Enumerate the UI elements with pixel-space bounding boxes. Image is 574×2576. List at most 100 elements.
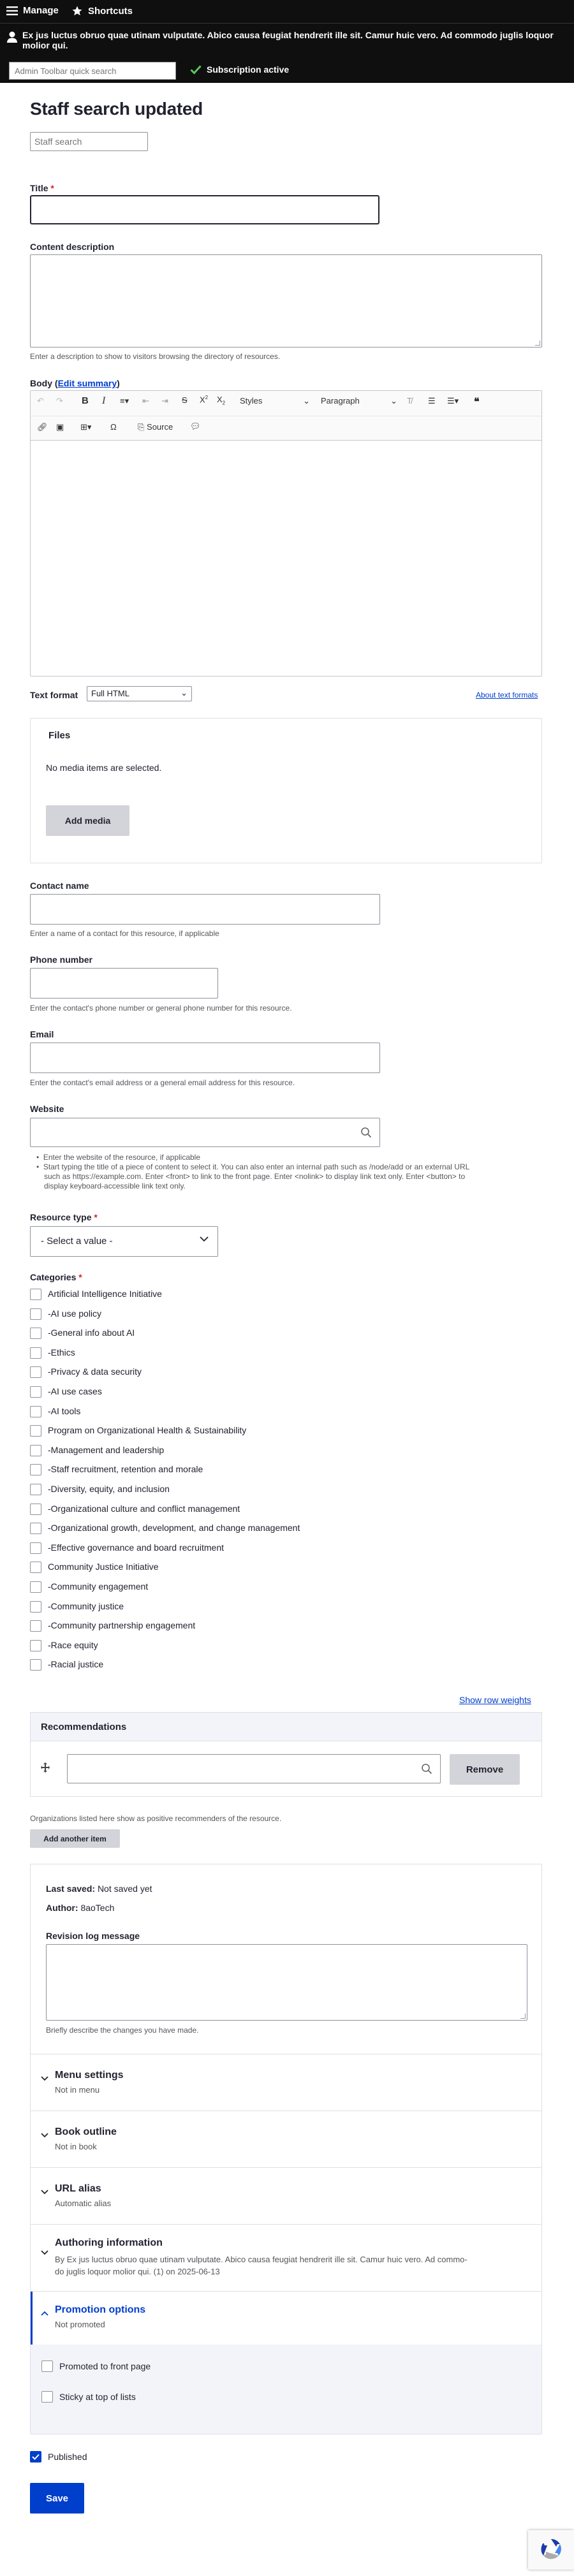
category-item[interactable]: -Privacy & data security xyxy=(30,1366,142,1379)
recaptcha-badge[interactable] xyxy=(528,2530,574,2570)
edit-summary-link[interactable]: Edit summary xyxy=(58,378,117,388)
content-description-textarea[interactable] xyxy=(30,254,542,348)
bulleted-list-icon[interactable]: ☰ xyxy=(428,396,436,406)
category-item[interactable]: -Ethics xyxy=(30,1347,75,1359)
category-item[interactable]: -Racial justice xyxy=(30,1659,103,1671)
category-item[interactable]: Community Justice Initiative xyxy=(30,1562,159,1574)
add-media-button[interactable]: Add media xyxy=(46,805,129,836)
recommendation-input[interactable] xyxy=(67,1754,441,1783)
manage-menu[interactable]: Manage xyxy=(6,5,59,16)
category-checkbox[interactable] xyxy=(30,1289,41,1300)
category-item[interactable]: -Diversity, equity, and inclusion xyxy=(30,1484,170,1495)
category-checkbox[interactable] xyxy=(30,1386,41,1398)
category-checkbox[interactable] xyxy=(30,1542,41,1554)
email-input[interactable] xyxy=(30,1043,380,1073)
category-item[interactable]: Program on Organizational Health & Susta… xyxy=(30,1425,246,1437)
redo-icon[interactable]: ↷ xyxy=(56,396,63,406)
outdent-icon[interactable]: ⇤ xyxy=(142,396,149,406)
comment-icon[interactable]: 💬︎ xyxy=(190,421,201,432)
remove-button[interactable]: Remove xyxy=(450,1754,520,1785)
category-checkbox[interactable] xyxy=(30,1444,41,1456)
category-item[interactable]: Artificial Intelligence Initiative xyxy=(30,1289,162,1300)
category-checkbox[interactable] xyxy=(30,1600,41,1613)
website-input[interactable] xyxy=(30,1118,380,1147)
category-checkbox[interactable] xyxy=(30,1581,41,1593)
published-checkbox[interactable] xyxy=(30,2451,41,2463)
category-item[interactable]: -AI use policy xyxy=(30,1308,101,1320)
image-icon[interactable]: ▣ xyxy=(56,422,64,432)
url-alias-accordion[interactable]: URL alias Automatic alias xyxy=(31,2168,541,2224)
category-item[interactable]: -Management and leadership xyxy=(30,1444,164,1456)
category-checkbox[interactable] xyxy=(30,1659,41,1671)
styles-dropdown[interactable]: Styles ⌄ xyxy=(240,396,310,406)
category-item[interactable]: -Organizational growth, development, and… xyxy=(30,1523,300,1535)
undo-icon[interactable]: ↶ xyxy=(37,396,44,406)
superscript-icon[interactable]: X2 xyxy=(200,395,208,404)
editor-content-area[interactable] xyxy=(31,441,541,676)
staff-search-input[interactable] xyxy=(30,132,148,151)
user-tray-message[interactable]: Ex jus luctus obruo quae utinam vulputat… xyxy=(22,30,571,50)
user-icon[interactable] xyxy=(6,31,18,43)
category-checkbox[interactable] xyxy=(30,1308,41,1320)
category-checkbox[interactable] xyxy=(30,1425,41,1437)
strikethrough-icon[interactable]: S xyxy=(182,395,188,405)
remove-format-icon[interactable]: T̸ xyxy=(407,396,412,406)
source-button[interactable]: ⎘ Source xyxy=(138,422,173,432)
numbered-list-icon[interactable]: ☰▾ xyxy=(447,396,459,406)
promoted-checkbox[interactable] xyxy=(41,2360,53,2372)
add-another-item-button[interactable]: Add another item xyxy=(30,1829,120,1848)
category-checkbox[interactable] xyxy=(30,1347,41,1359)
sticky-checkbox[interactable] xyxy=(41,2391,53,2403)
category-item[interactable]: -Community justice xyxy=(30,1600,124,1613)
menu-settings-accordion[interactable]: Menu settings Not in menu xyxy=(31,2054,541,2111)
promoted-checkbox-item[interactable]: Promoted to front page xyxy=(41,2360,151,2372)
about-text-formats-link[interactable]: About text formats xyxy=(476,691,538,699)
category-checkbox[interactable] xyxy=(30,1523,41,1535)
italic-icon[interactable]: I xyxy=(102,395,105,407)
shortcuts-menu[interactable]: Shortcuts xyxy=(71,5,133,17)
category-checkbox[interactable] xyxy=(30,1639,41,1651)
contact-name-input[interactable] xyxy=(30,894,380,925)
bold-icon[interactable]: B xyxy=(82,395,89,406)
category-checkbox[interactable] xyxy=(30,1366,41,1379)
category-item[interactable]: -Community partnership engagement xyxy=(30,1620,195,1632)
subscript-icon[interactable]: X2 xyxy=(217,395,225,406)
drag-handle-icon[interactable] xyxy=(41,1762,50,1773)
category-item[interactable]: -Community engagement xyxy=(30,1581,148,1593)
link-icon[interactable]: 🔗︎ xyxy=(37,422,48,432)
special-characters-icon[interactable]: Ω xyxy=(110,422,117,432)
published-checkbox-item[interactable]: Published xyxy=(30,2451,87,2463)
category-checkbox[interactable] xyxy=(30,1405,41,1417)
save-button[interactable]: Save xyxy=(30,2483,84,2514)
promotion-options-accordion[interactable]: Promotion options Not promoted xyxy=(31,2292,541,2345)
category-checkbox[interactable] xyxy=(30,1503,41,1515)
resize-handle[interactable] xyxy=(520,2014,526,2019)
category-checkbox[interactable] xyxy=(30,1484,41,1495)
subscription-status[interactable]: Subscription active xyxy=(190,64,289,75)
book-outline-accordion[interactable]: Book outline Not in book xyxy=(31,2111,541,2167)
text-format-select[interactable]: Full HTML ⌄ xyxy=(87,686,192,701)
phone-input[interactable] xyxy=(30,968,218,999)
authoring-info-accordion[interactable]: Authoring information By Ex jus luctus o… xyxy=(31,2225,541,2291)
category-item[interactable]: -Organizational culture and conflict man… xyxy=(30,1503,240,1515)
category-item[interactable]: -Race equity xyxy=(30,1639,98,1651)
paragraph-dropdown[interactable]: Paragraph ⌄ xyxy=(321,396,397,406)
category-checkbox[interactable] xyxy=(30,1464,41,1476)
table-icon[interactable]: ⊞▾ xyxy=(80,422,91,432)
blockquote-icon[interactable]: ❝ xyxy=(474,395,480,408)
category-item[interactable]: -AI use cases xyxy=(30,1386,102,1398)
category-item[interactable]: -Staff recruitment, retention and morale xyxy=(30,1464,203,1476)
category-item[interactable]: -General info about AI xyxy=(30,1328,135,1340)
revision-log-textarea[interactable] xyxy=(46,1944,527,2021)
toolbar-search-input[interactable] xyxy=(9,62,176,80)
resource-type-select[interactable]: - Select a value - xyxy=(30,1226,218,1257)
show-row-weights-link[interactable]: Show row weights xyxy=(459,1695,531,1705)
category-item[interactable]: -Effective governance and board recruitm… xyxy=(30,1542,224,1554)
category-checkbox[interactable] xyxy=(30,1562,41,1574)
sticky-checkbox-item[interactable]: Sticky at top of lists xyxy=(41,2391,136,2403)
category-checkbox[interactable] xyxy=(30,1620,41,1632)
indent-icon[interactable]: ⇥ xyxy=(161,396,168,406)
align-icon[interactable]: ≡▾ xyxy=(120,396,129,406)
title-input[interactable] xyxy=(30,195,379,224)
resize-handle[interactable] xyxy=(535,340,540,346)
